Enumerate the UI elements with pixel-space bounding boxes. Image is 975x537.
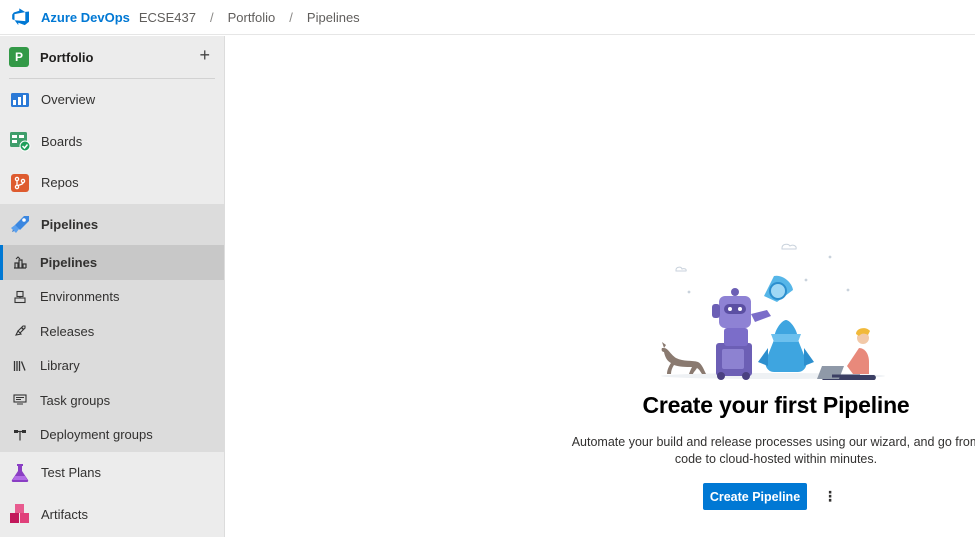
azure-devops-logo-icon[interactable] xyxy=(10,6,32,28)
sidebar: P Portfolio + Overview Boards Repos Pipe… xyxy=(0,36,225,537)
sidebar-item-artifacts[interactable]: Artifacts xyxy=(0,494,224,536)
sidebar-subitem-deployment-groups[interactable]: Deployment groups xyxy=(0,418,224,453)
sidebar-item-label: Test Plans xyxy=(41,465,101,481)
test-plans-icon xyxy=(9,462,31,484)
pipelines-icon xyxy=(9,213,31,235)
page-description: Automate your build and release processe… xyxy=(571,435,975,466)
add-icon[interactable]: + xyxy=(199,45,210,65)
sidebar-item-overview[interactable]: Overview xyxy=(0,79,224,121)
page-title: Create your first Pipeline xyxy=(642,392,910,418)
sidebar-item-test-plans[interactable]: Test Plans xyxy=(0,452,224,494)
project-header[interactable]: P Portfolio + xyxy=(0,36,224,78)
breadcrumb-project[interactable]: Portfolio xyxy=(228,10,276,25)
sidebar-item-label: Overview xyxy=(41,92,96,108)
sidebar-subitem-library[interactable]: Library xyxy=(0,349,224,384)
deployment-groups-icon xyxy=(12,427,28,443)
overview-icon xyxy=(9,89,31,111)
sidebar-item-label: Deployment groups xyxy=(40,427,153,443)
boards-icon xyxy=(9,130,31,152)
sidebar-item-label: Artifacts xyxy=(41,506,88,522)
create-pipeline-button[interactable]: Create Pipeline xyxy=(703,483,807,510)
sidebar-item-label: Boards xyxy=(41,133,83,149)
environments-icon xyxy=(12,289,28,305)
sidebar-item-label: Repos xyxy=(41,175,79,191)
sidebar-subitem-task-groups[interactable]: Task groups xyxy=(0,383,224,418)
releases-icon xyxy=(12,323,28,339)
breadcrumb-pipelines[interactable]: Pipelines xyxy=(307,10,360,25)
sidebar-subitem-pipelines[interactable]: Pipelines xyxy=(0,245,224,280)
breadcrumb-org[interactable]: ECSE437 xyxy=(139,10,196,25)
artifacts-icon xyxy=(9,503,31,525)
task-groups-icon xyxy=(12,392,28,408)
sidebar-item-label: Pipelines xyxy=(40,254,98,270)
sidebar-item-label: Library xyxy=(40,358,80,374)
breadcrumb-separator: / xyxy=(209,9,214,25)
sidebar-item-label: Environments xyxy=(40,289,120,305)
brand-link[interactable]: Azure DevOps xyxy=(41,10,130,25)
pipelines-sub-icon xyxy=(12,254,28,270)
main-content: Create your first Pipeline Automate your… xyxy=(226,36,975,537)
project-avatar: P xyxy=(9,47,29,67)
sidebar-item-label: Pipelines xyxy=(41,216,99,232)
pipeline-illustration xyxy=(656,236,886,381)
sidebar-subitem-releases[interactable]: Releases xyxy=(0,314,224,349)
sidebar-item-repos[interactable]: Repos xyxy=(0,162,224,204)
project-name[interactable]: Portfolio xyxy=(40,50,93,65)
library-icon xyxy=(12,358,28,374)
sidebar-item-label: Task groups xyxy=(40,392,111,408)
sidebar-item-label: Releases xyxy=(40,323,95,339)
sidebar-item-boards[interactable]: Boards xyxy=(0,121,224,163)
top-bar: Azure DevOps ECSE437 / Portfolio / Pipel… xyxy=(0,0,975,35)
pipelines-group: Pipelines Pipelines Environments Release… xyxy=(0,203,224,453)
more-options-icon[interactable]: ⋮ xyxy=(823,484,837,508)
sidebar-subitem-environments[interactable]: Environments xyxy=(0,280,224,315)
breadcrumb-separator: / xyxy=(289,9,293,25)
repos-icon xyxy=(9,172,31,194)
sidebar-item-pipelines[interactable]: Pipelines xyxy=(0,204,224,246)
